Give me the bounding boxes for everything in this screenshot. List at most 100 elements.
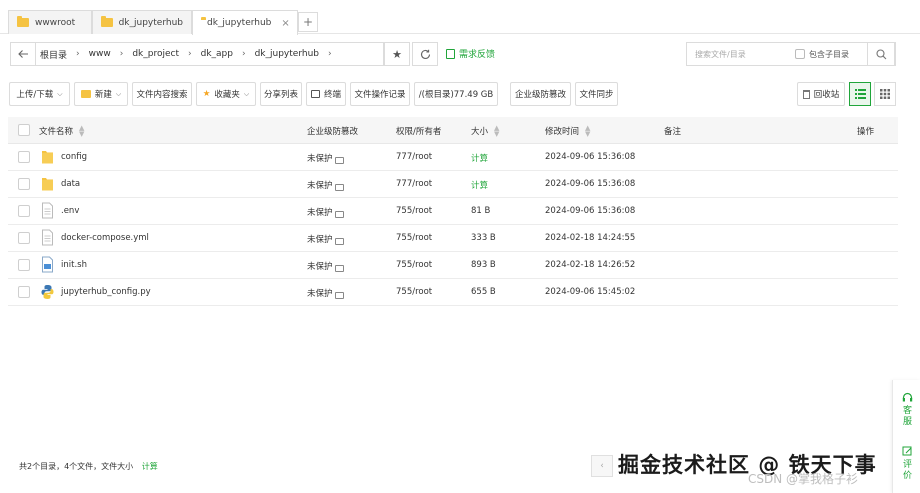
file-name[interactable]: init.sh [61, 260, 87, 270]
tamper-button[interactable]: 企业级防篡改 [510, 82, 571, 106]
recycle-bin-button[interactable]: 回收站 [797, 82, 845, 106]
modified-time: 2024-09-06 15:36:08 [545, 152, 636, 162]
review-link[interactable]: 评价 [903, 460, 913, 482]
table-row[interactable]: config 未保护 777/root 计算 2024-09-06 15:36:… [8, 144, 898, 171]
column-name[interactable]: 文件名称 ▲ ▼ [39, 125, 84, 138]
crumb-dk-project[interactable]: dk_project [132, 49, 179, 59]
address-row: 根目录 › www › dk_project › dk_app › dk_jup… [0, 40, 920, 68]
close-icon[interactable]: × [281, 18, 289, 29]
row-checkbox[interactable] [18, 151, 30, 163]
modified-time: 2024-09-06 15:36:08 [545, 206, 636, 216]
table-row[interactable]: docker-compose.yml 未保护 755/root 333 B 20… [8, 225, 898, 252]
crumb-dk-app[interactable]: dk_app [201, 49, 233, 59]
table-row[interactable]: data 未保护 777/root 计算 2024-09-06 15:36:08 [8, 171, 898, 198]
file-sync-button[interactable]: 文件同步 [575, 82, 618, 106]
tab-wwwroot[interactable]: wwwroot [8, 10, 92, 34]
prev-page-button[interactable]: ‹ [591, 455, 613, 477]
table-row[interactable]: jupyterhub_config.py 未保护 755/root 655 B … [8, 279, 898, 306]
watermark-sub: CSDN @掌我格子衫 [748, 472, 859, 486]
permission[interactable]: 755/root [396, 260, 432, 270]
column-mtime-label: 修改时间 [545, 127, 580, 137]
tab-dk-jupyterhub-active[interactable]: dk_jupyterhub × [192, 10, 298, 35]
file-icon [42, 229, 53, 246]
file-name[interactable]: data [61, 179, 80, 189]
lock-icon [334, 237, 344, 245]
column-mtime[interactable]: 修改时间 ▲ ▼ [545, 125, 590, 138]
list-view-icon [854, 89, 866, 99]
crumb-dk-jupyterhub[interactable]: dk_jupyterhub [255, 49, 319, 59]
share-list-label: 分享列表 [263, 90, 298, 100]
refresh-button[interactable] [412, 42, 438, 66]
modified-time: 2024-02-18 14:26:52 [545, 260, 636, 270]
tab-bar: wwwroot dk_jupyterhub dk_jupyterhub × + [0, 0, 920, 35]
op-log-button[interactable]: 文件操作记录 [350, 82, 410, 106]
permission[interactable]: 755/root [396, 287, 432, 297]
table-row[interactable]: .env 未保护 755/root 81 B 2024-09-06 15:36:… [8, 198, 898, 225]
protect-status[interactable]: 未保护 [307, 152, 344, 164]
crumb-www[interactable]: www [89, 49, 111, 59]
permission[interactable]: 755/root [396, 233, 432, 243]
breadcrumb[interactable]: 根目录 › www › dk_project › dk_app › dk_jup… [34, 42, 384, 66]
table-row[interactable]: init.sh 未保护 755/root 893 B 2024-02-18 14… [8, 252, 898, 279]
back-button[interactable] [10, 42, 36, 66]
upload-download-button[interactable]: 上传/下载 ⌵ [9, 82, 70, 106]
tab-dk-jupyterhub-1[interactable]: dk_jupyterhub [92, 10, 192, 34]
column-name-label: 文件名称 [39, 127, 74, 137]
calc-size-link[interactable]: 计算 [142, 462, 158, 471]
permission[interactable]: 777/root [396, 179, 432, 189]
select-all-checkbox[interactable] [18, 124, 30, 136]
list-view-button[interactable] [849, 82, 871, 106]
include-subdir-checkbox[interactable] [795, 49, 805, 59]
file-name[interactable]: config [61, 152, 87, 162]
share-list-button[interactable]: 分享列表 [260, 82, 302, 106]
size-calc-link[interactable]: 计算 [471, 152, 488, 164]
permission[interactable]: 777/root [396, 152, 432, 162]
sort-icon: ▲ ▼ [494, 124, 500, 138]
content-search-label: 文件内容搜索 [136, 90, 188, 100]
search-input[interactable]: 搜索文件/目录 [687, 49, 795, 60]
protect-status[interactable]: 未保护 [307, 260, 344, 272]
content-search-button[interactable]: 文件内容搜索 [132, 82, 192, 106]
file-size: 893 B [471, 260, 496, 270]
row-checkbox[interactable] [18, 178, 30, 190]
star-icon: ★ [392, 47, 402, 61]
column-perm: 权限/所有者 [396, 125, 441, 137]
permission[interactable]: 755/root [396, 206, 432, 216]
new-button[interactable]: 新建 ⌵ [74, 82, 128, 106]
favorite-button[interactable]: ★ [384, 42, 410, 66]
protect-status[interactable]: 未保护 [307, 233, 344, 245]
feedback-link[interactable]: 需求反馈 [446, 47, 495, 60]
terminal-button[interactable]: 终端 [306, 82, 346, 106]
file-name[interactable]: jupyterhub_config.py [61, 287, 151, 297]
row-checkbox[interactable] [18, 286, 30, 298]
protect-status[interactable]: 未保护 [307, 287, 344, 299]
row-checkbox[interactable] [18, 205, 30, 217]
column-size[interactable]: 大小 ▲ ▼ [471, 124, 500, 138]
star-icon: ★ [202, 89, 211, 99]
customer-service-link[interactable]: 客服 [903, 406, 913, 428]
row-checkbox[interactable] [18, 259, 30, 271]
folder-icon [101, 16, 113, 27]
protect-status[interactable]: 未保护 [307, 206, 344, 218]
document-icon [446, 48, 455, 59]
upload-download-label: 上传/下载 [16, 90, 54, 100]
protect-status[interactable]: 未保护 [307, 179, 344, 191]
file-name[interactable]: docker-compose.yml [61, 233, 149, 243]
favorites-button[interactable]: ★ 收藏夹 ⌵ [196, 82, 256, 106]
column-protect-label: 企业级防篡改 [307, 127, 359, 137]
chevron-right-icon: › [76, 49, 80, 59]
add-tab-button[interactable]: + [298, 12, 318, 32]
folder-icon [42, 178, 53, 191]
search-button[interactable] [867, 42, 895, 66]
file-name[interactable]: .env [61, 206, 79, 216]
chevron-right-icon: › [241, 49, 246, 59]
grid-view-button[interactable] [874, 82, 896, 106]
protect-label: 未保护 [307, 154, 333, 164]
size-calc-link[interactable]: 计算 [471, 179, 488, 191]
python-icon [41, 285, 54, 299]
row-checkbox[interactable] [18, 232, 30, 244]
crumb-root[interactable]: 根目录 [40, 48, 67, 61]
column-perm-label: 权限/所有者 [396, 127, 442, 137]
column-ops-label: 操作 [857, 127, 875, 137]
disk-button[interactable]: /(根目录)77.49 GB [414, 82, 498, 106]
